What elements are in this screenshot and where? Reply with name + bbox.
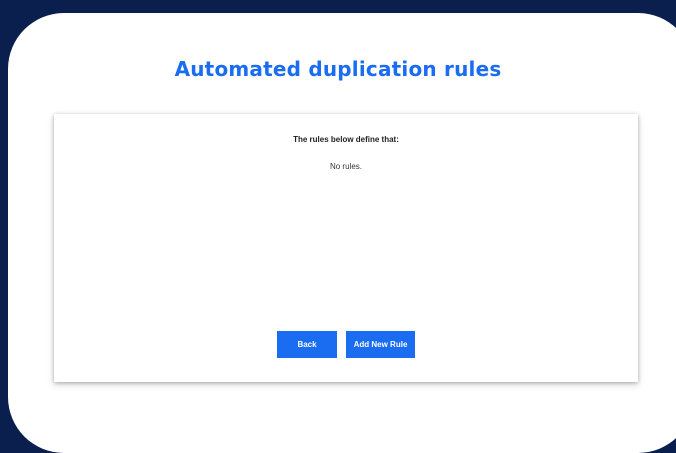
page-title: Automated duplication rules xyxy=(174,57,502,81)
rules-card: The rules below define that: No rules. B… xyxy=(54,114,638,382)
empty-rules-message: No rules. xyxy=(329,162,362,171)
back-button[interactable]: Back xyxy=(277,331,337,358)
add-new-rule-button[interactable]: Add New Rule xyxy=(346,331,415,358)
rules-heading: The rules below define that: xyxy=(293,135,399,144)
